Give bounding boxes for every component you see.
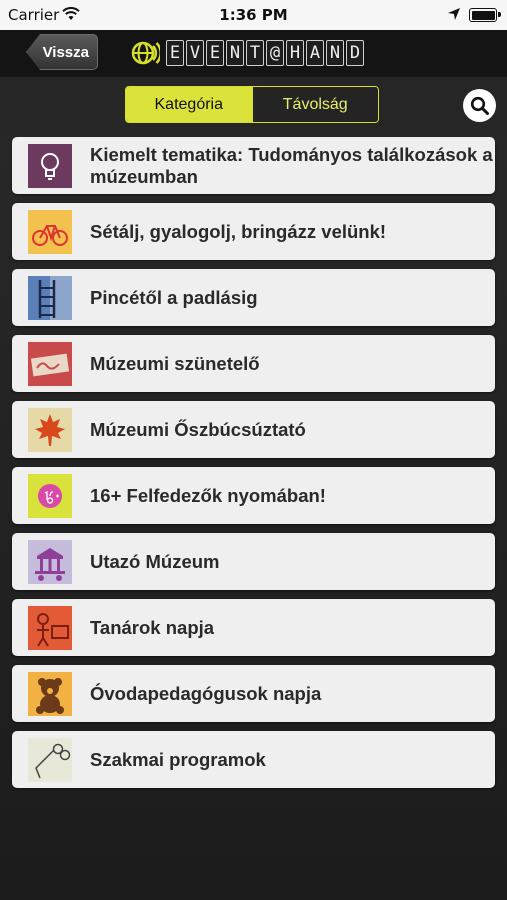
list-item[interactable]: Sétálj, gyalogolj, bringázz velünk!	[12, 203, 495, 260]
tab-kategoria[interactable]: Kategória	[126, 87, 252, 122]
logo-letter: N	[326, 40, 344, 66]
navigation-bar: Vissza E V E N T @ H A N D	[0, 30, 507, 77]
list-item-label: Óvodapedagógusok napja	[90, 682, 322, 704]
list-item-label: Kiemelt tematika: Tudományos találkozáso…	[90, 143, 493, 187]
list-item-label: Tanárok napja	[90, 616, 215, 638]
museum-wagon-icon	[28, 539, 72, 584]
list-item[interactable]: Utazó Múzeum	[12, 533, 495, 590]
list-item[interactable]: Múzeumi Őszbúcsúztató	[12, 401, 495, 458]
segmented-control: Kategória Távolság	[125, 86, 379, 123]
sixteen-plus-icon	[28, 473, 72, 518]
logo-letter: N	[226, 40, 244, 66]
glasses-icon	[28, 737, 72, 782]
logo-letter: A	[306, 40, 324, 66]
logo-letter: D	[346, 40, 364, 66]
list-item[interactable]: Óvodapedagógusok napja	[12, 665, 495, 722]
logo-letter: H	[286, 40, 304, 66]
list-item-label: Múzeumi szünetelő	[90, 352, 260, 374]
tab-tavolsag[interactable]: Távolság	[251, 87, 378, 122]
list-item-label: 16+ Felfedezők nyomában!	[90, 484, 326, 506]
list-item-label: Sétálj, gyalogolj, bringázz velünk!	[90, 220, 387, 242]
list-item[interactable]: 16+ Felfedezők nyomában!	[12, 467, 495, 524]
event-at-hand-logo: E V E N T @ H A N D	[130, 38, 364, 68]
logo-letter: @	[266, 40, 284, 66]
sign-icon	[28, 341, 72, 386]
back-button[interactable]: Vissza	[26, 34, 98, 70]
filter-bar: Kategória Távolság	[0, 77, 507, 135]
list-item[interactable]: Kiemelt tematika: Tudományos találkozáso…	[12, 137, 495, 194]
back-button-label: Vissza	[42, 43, 89, 61]
logo-text: E V E N T @ H A N D	[166, 40, 364, 66]
list-item[interactable]: Múzeumi szünetelő	[12, 335, 495, 392]
list-item[interactable]: Tanárok napja	[12, 599, 495, 656]
search-button[interactable]	[463, 89, 496, 122]
logo-letter: E	[206, 40, 224, 66]
list-item-label: Pincétől a padlásig	[90, 286, 258, 308]
maple-leaf-icon	[28, 407, 72, 452]
lightbulb-icon	[28, 143, 72, 188]
list-item[interactable]: Szakmai programok	[12, 731, 495, 788]
location-arrow-icon	[448, 8, 460, 20]
logo-letter: T	[246, 40, 264, 66]
logo-letter: E	[166, 40, 184, 66]
list-item-label: Szakmai programok	[90, 748, 266, 770]
category-list: Kiemelt tematika: Tudományos találkozáso…	[12, 137, 495, 797]
teacher-icon	[28, 605, 72, 650]
search-icon	[470, 96, 489, 115]
battery-icon	[469, 8, 501, 22]
bicycle-icon	[28, 209, 72, 254]
list-item[interactable]: Pincétől a padlásig	[12, 269, 495, 326]
status-bar: Carrier 1:36 PM	[0, 0, 507, 30]
ladder-icon	[28, 275, 72, 320]
list-item-label: Utazó Múzeum	[90, 550, 220, 572]
teddy-bear-icon	[28, 671, 72, 716]
clock: 1:36 PM	[219, 6, 288, 24]
list-item-label: Múzeumi Őszbúcsúztató	[90, 418, 306, 440]
logo-globe-icon	[131, 41, 160, 65]
logo-letter: V	[186, 40, 204, 66]
